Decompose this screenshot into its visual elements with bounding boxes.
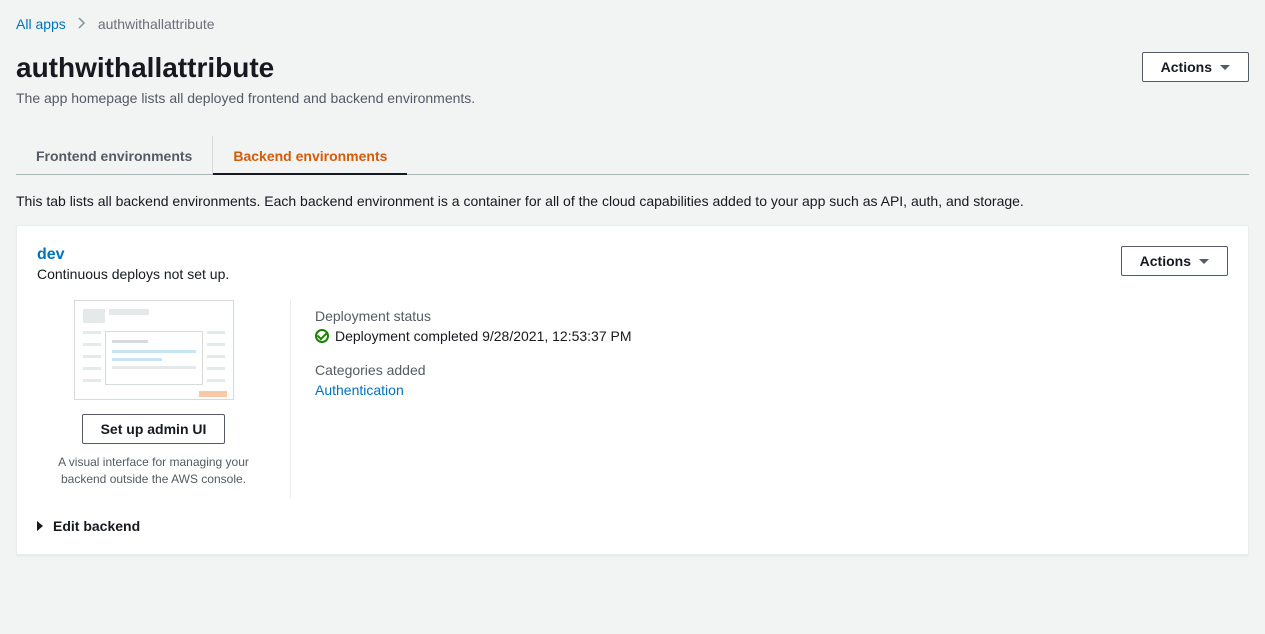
success-check-icon [315, 329, 329, 343]
page-subtitle: The app homepage lists all deployed fron… [16, 90, 1249, 106]
admin-ui-preview-icon [74, 300, 234, 400]
actions-label: Actions [1161, 59, 1212, 75]
environment-subtitle: Continuous deploys not set up. [37, 266, 229, 282]
page-actions-button[interactable]: Actions [1142, 52, 1249, 82]
caret-down-icon [1220, 65, 1230, 70]
tab-description: This tab lists all backend environments.… [16, 175, 1249, 225]
tab-backend[interactable]: Backend environments [213, 136, 407, 174]
breadcrumb: All apps authwithallattribute [16, 16, 1249, 32]
setup-description: A visual interface for managing your bac… [37, 454, 270, 488]
env-actions-label: Actions [1140, 253, 1191, 269]
deployment-status-text: Deployment completed 9/28/2021, 12:53:37… [335, 328, 632, 344]
caret-down-icon [1199, 259, 1209, 264]
breadcrumb-current: authwithallattribute [98, 16, 215, 32]
categories-added-label: Categories added [315, 362, 1228, 378]
deployment-status-label: Deployment status [315, 308, 1228, 324]
environment-card: dev Continuous deploys not set up. Actio… [16, 225, 1249, 555]
edit-backend-toggle[interactable]: Edit backend [37, 518, 1228, 534]
chevron-right-icon [78, 16, 86, 32]
setup-admin-ui-button[interactable]: Set up admin UI [82, 414, 226, 444]
edit-backend-label: Edit backend [53, 518, 140, 534]
caret-right-icon [37, 521, 43, 531]
tab-frontend[interactable]: Frontend environments [16, 136, 213, 174]
breadcrumb-root-link[interactable]: All apps [16, 16, 66, 32]
category-authentication-link[interactable]: Authentication [315, 382, 404, 398]
page-title: authwithallattribute [16, 52, 274, 84]
environment-actions-button[interactable]: Actions [1121, 246, 1228, 276]
tabs: Frontend environments Backend environmen… [16, 136, 1249, 175]
environment-name-link[interactable]: dev [37, 246, 229, 264]
